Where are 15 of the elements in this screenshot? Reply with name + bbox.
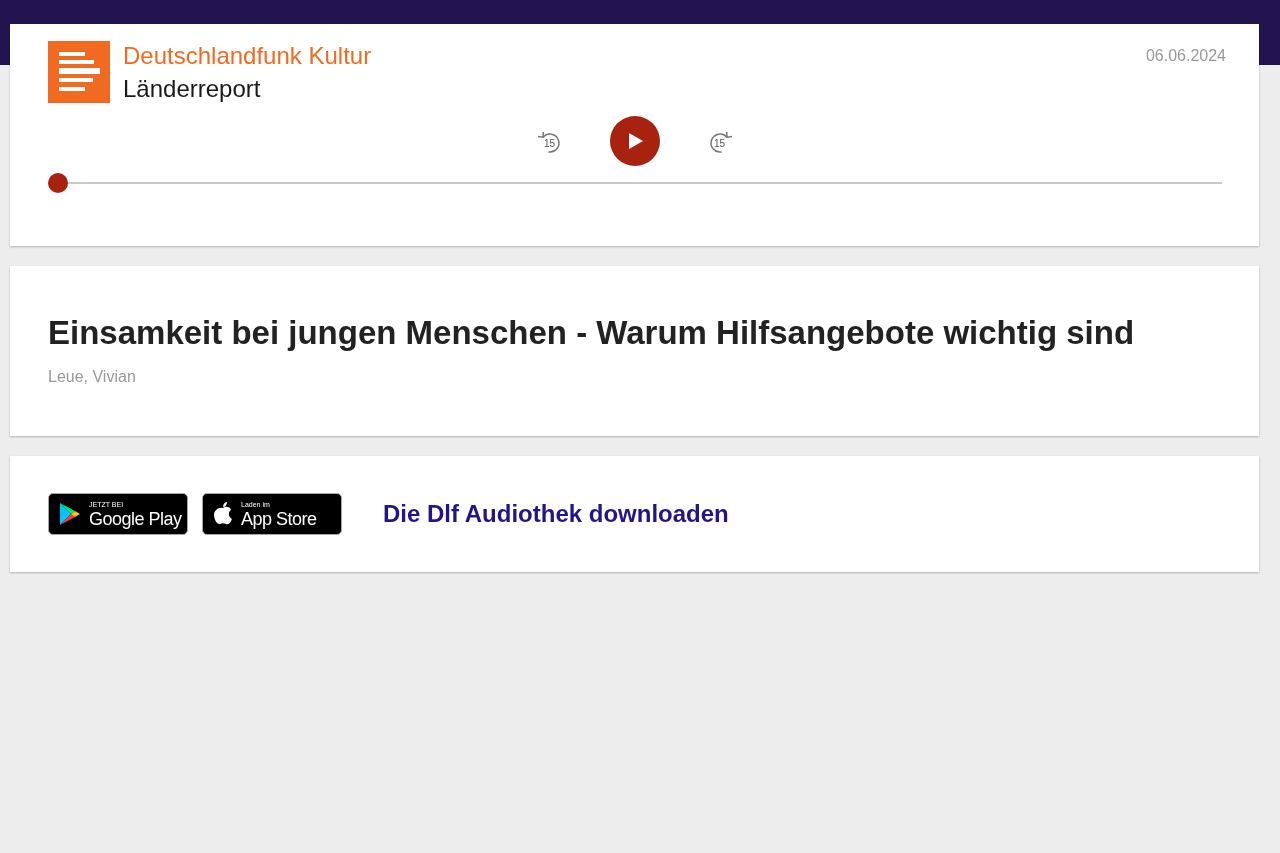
logo-icon — [48, 41, 110, 103]
episode-title: Einsamkeit bei jungen Menschen - Warum Hilfsangebote wichtig sind — [48, 313, 1136, 353]
author: Leue, Vivian — [48, 367, 137, 387]
download-link[interactable]: Die Dlf Audiothek downloaden — [383, 496, 729, 532]
play-button[interactable] — [609, 116, 660, 166]
skip-back-button[interactable]: 15 — [529, 121, 570, 161]
station-name: Deutschlandfunk Kultur — [123, 41, 372, 71]
apple-icon — [213, 502, 233, 526]
skip-forward-button[interactable]: 15 — [699, 121, 740, 161]
play-triangle-icon — [59, 502, 81, 526]
progress-track[interactable] — [48, 173, 1222, 193]
progress-thumb[interactable] — [48, 173, 68, 193]
date: 06.06.2024 — [1145, 46, 1226, 66]
play-icon — [629, 133, 643, 149]
program-name: Länderreport — [123, 74, 262, 104]
